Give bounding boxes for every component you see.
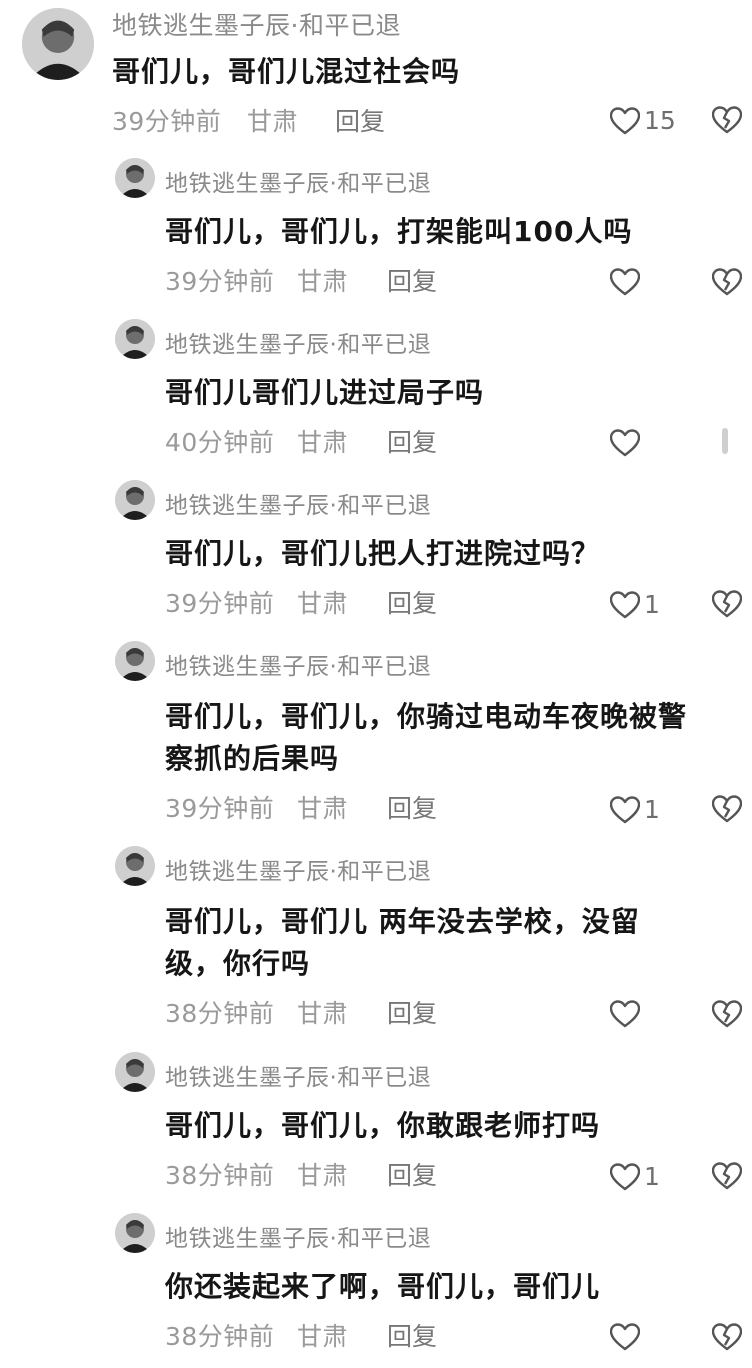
username[interactable]: 地铁逃生墨子辰·和平已退 xyxy=(165,164,431,198)
reply-button[interactable]: 回复 xyxy=(335,102,385,138)
broken-heart-icon xyxy=(711,106,743,138)
username[interactable]: 地铁逃生墨子辰·和平已退 xyxy=(165,1058,431,1092)
comment-location: 甘肃 xyxy=(297,267,349,296)
comment-location: 甘肃 xyxy=(297,1322,349,1351)
comment-text: 哥们儿，哥们儿，打架能叫100人吗 xyxy=(165,215,633,248)
like-count: 1 xyxy=(644,795,660,824)
like-button[interactable]: 1 xyxy=(610,1162,660,1191)
heart-outline-icon xyxy=(610,1323,640,1351)
like-button[interactable] xyxy=(610,1000,644,1028)
dislike-button[interactable] xyxy=(711,795,743,827)
dislike-button[interactable] xyxy=(711,590,743,622)
comment-location: 甘肃 xyxy=(247,107,299,136)
comment-time: 38分钟前 xyxy=(165,1322,275,1351)
comment-text: 级，你行吗 xyxy=(165,947,311,980)
like-button[interactable]: 1 xyxy=(610,795,660,824)
comment-text: 哥们儿，哥们儿 两年没去学校，没留 xyxy=(165,905,640,938)
comment-location: 甘肃 xyxy=(297,428,349,457)
like-button[interactable]: 15 xyxy=(610,106,676,135)
heart-outline-icon xyxy=(610,106,640,135)
avatar[interactable] xyxy=(115,480,155,520)
heart-outline-icon xyxy=(610,1000,640,1028)
reply-button[interactable]: 回复 xyxy=(387,423,437,459)
heart-outline-icon xyxy=(610,429,640,457)
dislike-button[interactable] xyxy=(711,1000,743,1032)
username[interactable]: 地铁逃生墨子辰·和平已退 xyxy=(112,6,401,42)
avatar[interactable] xyxy=(115,1052,155,1092)
like-button[interactable]: 1 xyxy=(610,590,660,619)
reply-button[interactable]: 回复 xyxy=(387,789,437,825)
username[interactable]: 地铁逃生墨子辰·和平已退 xyxy=(165,325,431,359)
broken-heart-icon xyxy=(711,795,743,827)
broken-heart-icon xyxy=(711,1162,743,1194)
comment-time: 40分钟前 xyxy=(165,428,275,457)
comment-time: 39分钟前 xyxy=(165,589,275,618)
reply-button[interactable]: 回复 xyxy=(387,994,437,1030)
comment-text: 哥们儿，哥们儿把人打进院过吗？ xyxy=(165,537,601,570)
avatar[interactable] xyxy=(22,8,94,80)
avatar[interactable] xyxy=(115,319,155,359)
like-count: 1 xyxy=(644,1162,660,1191)
broken-heart-icon xyxy=(711,268,743,300)
like-button[interactable] xyxy=(610,429,644,457)
avatar[interactable] xyxy=(115,846,155,886)
comment-text: 察抓的后果吗 xyxy=(165,742,340,775)
reply-button[interactable]: 回复 xyxy=(387,584,437,620)
broken-heart-icon xyxy=(711,590,743,622)
broken-heart-icon xyxy=(711,1000,743,1032)
like-count: 1 xyxy=(644,590,660,619)
scrollbar[interactable] xyxy=(722,428,728,454)
reply-button[interactable]: 回复 xyxy=(387,262,437,298)
like-count: 15 xyxy=(644,106,676,135)
username[interactable]: 地铁逃生墨子辰·和平已退 xyxy=(165,852,431,886)
dislike-button[interactable] xyxy=(711,1323,743,1355)
heart-outline-icon xyxy=(610,268,640,296)
comment-text: 哥们儿，哥们儿混过社会吗 xyxy=(112,55,461,88)
comment-text: 哥们儿，哥们儿，你骑过电动车夜晚被警 xyxy=(165,700,688,733)
broken-heart-icon xyxy=(711,1323,743,1355)
comment-location: 甘肃 xyxy=(297,589,349,618)
comment-text: 你还装起来了啊，哥们儿，哥们儿 xyxy=(165,1270,601,1303)
username[interactable]: 地铁逃生墨子辰·和平已退 xyxy=(165,486,431,520)
comment-location: 甘肃 xyxy=(297,999,349,1028)
avatar[interactable] xyxy=(115,641,155,681)
reply-button[interactable]: 回复 xyxy=(387,1156,437,1192)
comment-text: 哥们儿哥们儿进过局子吗 xyxy=(165,376,485,409)
like-button[interactable] xyxy=(610,1323,644,1351)
comment-location: 甘肃 xyxy=(297,794,349,823)
heart-outline-icon xyxy=(610,590,640,619)
username[interactable]: 地铁逃生墨子辰·和平已退 xyxy=(165,1219,431,1253)
dislike-button[interactable] xyxy=(711,268,743,300)
avatar[interactable] xyxy=(115,1213,155,1253)
comment-location: 甘肃 xyxy=(297,1161,349,1190)
comment-time: 39分钟前 xyxy=(165,794,275,823)
heart-outline-icon xyxy=(610,795,640,824)
comment-time: 38分钟前 xyxy=(165,1161,275,1190)
comment-time: 39分钟前 xyxy=(112,107,222,136)
heart-outline-icon xyxy=(610,1162,640,1191)
comment-text: 哥们儿，哥们儿，你敢跟老师打吗 xyxy=(165,1109,601,1142)
comment-time: 39分钟前 xyxy=(165,267,275,296)
comment-time: 38分钟前 xyxy=(165,999,275,1028)
dislike-button[interactable] xyxy=(711,106,743,138)
avatar[interactable] xyxy=(115,158,155,198)
dislike-button[interactable] xyxy=(711,1162,743,1194)
like-button[interactable] xyxy=(610,268,644,296)
username[interactable]: 地铁逃生墨子辰·和平已退 xyxy=(165,647,431,681)
reply-button[interactable]: 回复 xyxy=(387,1317,437,1353)
